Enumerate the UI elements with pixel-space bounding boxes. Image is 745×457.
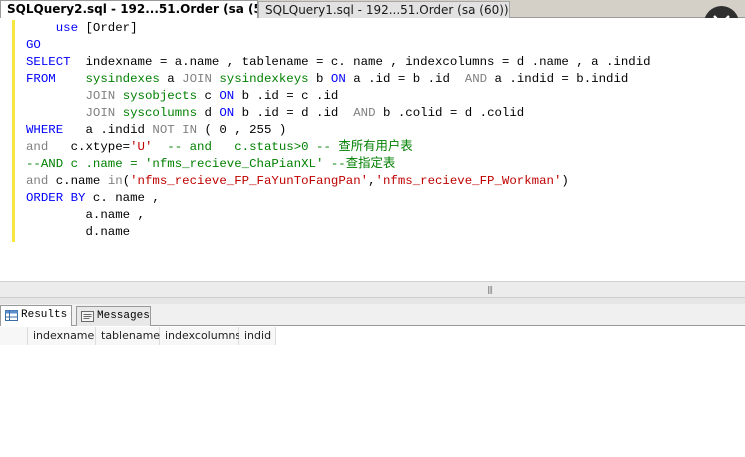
code-line[interactable]: SELECT indexname = a.name , tablename = … xyxy=(26,54,651,71)
grid-header-row: indexname tablename indexcolumns indid xyxy=(0,327,276,345)
code-line[interactable]: --AND c .name = 'nfms_recieve_ChaPianXL'… xyxy=(26,156,651,173)
grid-row-number-header[interactable] xyxy=(0,327,28,345)
code-line[interactable]: and c.name in('nfms_recieve_FP_FaYunToFa… xyxy=(26,173,651,190)
code-token: JOIN xyxy=(85,106,116,120)
column-header-indexname[interactable]: indexname xyxy=(28,327,96,345)
change-tracking-bar xyxy=(12,20,15,242)
code-token: ON xyxy=(219,89,235,103)
code-token: ORDER BY xyxy=(26,191,86,205)
code-token: JOIN xyxy=(85,89,116,103)
code-token: GO xyxy=(26,38,41,52)
code-line[interactable]: ORDER BY c. name , xyxy=(26,190,651,207)
code-line[interactable]: a.name , xyxy=(26,207,651,224)
code-token: c. name , xyxy=(85,191,160,205)
messages-icon xyxy=(81,311,94,322)
code-token: ( 0 , 255 ) xyxy=(197,123,287,137)
code-line[interactable]: GO xyxy=(26,37,651,54)
code-token: c.xtype= xyxy=(48,140,131,154)
code-token: b xyxy=(308,72,331,86)
code-token: d.name xyxy=(26,225,131,239)
code-token: JOIN xyxy=(182,72,212,86)
code-token: sysindexes xyxy=(85,72,160,86)
column-header-indexcolumns[interactable]: indexcolumns xyxy=(160,327,241,345)
code-line[interactable]: FROM sysindexes a JOIN sysindexkeys b ON… xyxy=(26,71,651,88)
code-token: a .indid xyxy=(63,123,153,137)
column-header-tablename[interactable]: tablename xyxy=(96,327,160,345)
code-token: sysobjects xyxy=(122,89,198,103)
code-token: NOT IN xyxy=(152,123,198,137)
code-token: ( xyxy=(122,174,131,188)
code-line[interactable]: JOIN syscolumns d ON b .id = d .id AND b… xyxy=(26,105,651,122)
code-token: FROM xyxy=(26,72,56,86)
code-token: in xyxy=(107,174,123,188)
query-editor[interactable]: use [Order] GO SELECT indexname = a.name ,… xyxy=(0,18,745,281)
code-token: , xyxy=(368,174,376,188)
code-token: 'nfms_recieve_FP_Workman' xyxy=(375,174,562,188)
code-token: b .id = c .id xyxy=(234,89,339,103)
code-token: -- and c.status>0 -- 查所有用户表 xyxy=(167,140,413,154)
code-token: AND xyxy=(353,106,376,120)
code-token: [Order] xyxy=(78,21,138,35)
code-token: WHERE xyxy=(26,123,64,137)
code-token: b .id = d .id xyxy=(234,106,354,120)
code-line[interactable]: and c.xtype='U' -- and c.status>0 -- 查所有… xyxy=(26,139,651,156)
code-token: 'U' xyxy=(130,140,153,154)
tab-results[interactable]: Results xyxy=(0,305,72,327)
code-token: and xyxy=(26,140,49,154)
code-token: sysindexkeys xyxy=(219,72,309,86)
code-token: b .colid = d .colid xyxy=(375,106,525,120)
code-token: and xyxy=(26,174,49,188)
code-token: c.name xyxy=(48,174,108,188)
code-token: a .indid = b.indid xyxy=(487,72,629,86)
code-line[interactable]: JOIN sysobjects c ON b .id = c .id xyxy=(26,88,651,105)
tab-sqlquery1[interactable]: SQLQuery1.sql - 192...51.Order (sa (60))… xyxy=(258,1,510,18)
code-line[interactable]: use [Order] xyxy=(26,20,651,37)
document-tab-strip: SQLQuery2.sql - 192...51.Order (sa (54))… xyxy=(0,0,745,18)
code-token: indexname = a.name , tablename = c. name… xyxy=(70,55,651,69)
code-token: a xyxy=(159,72,183,86)
code-token: d xyxy=(197,106,220,120)
code-token: a.name , xyxy=(26,208,145,222)
code-token: 'nfms_recieve_FP_FaYunToFangPan' xyxy=(130,174,369,188)
code-token: use xyxy=(55,21,79,35)
code-token: c xyxy=(197,89,220,103)
editor-horizontal-scrollbar[interactable]: ||| xyxy=(0,281,745,298)
code-token: SELECT xyxy=(26,55,71,69)
code-token: syscolumns xyxy=(122,106,198,120)
scrollbar-grip-icon: ||| xyxy=(487,285,493,294)
code-line[interactable]: d.name xyxy=(26,224,651,241)
code-token: AND xyxy=(464,72,488,86)
code-token: --AND c .name = 'nfms_recieve_ChaPianXL'… xyxy=(26,157,396,171)
code-token: a .id = b .id xyxy=(345,72,465,86)
column-header-indid[interactable]: indid xyxy=(239,327,276,345)
results-grid[interactable]: indexname tablename indexcolumns indid xyxy=(0,326,745,457)
code-token: ON xyxy=(330,72,346,86)
tab-sqlquery2[interactable]: SQLQuery2.sql - 192...51.Order (sa (54))… xyxy=(0,0,258,18)
tab-results-label: Results xyxy=(21,309,68,321)
code-line[interactable]: WHERE a .indid NOT IN ( 0 , 255 ) xyxy=(26,122,651,139)
grid-icon xyxy=(5,310,18,321)
code-token: ) xyxy=(561,174,569,188)
results-tab-strip: Results Messages xyxy=(0,304,745,327)
sql-code[interactable]: use [Order] GO SELECT indexname = a.name ,… xyxy=(26,20,651,241)
tab-messages[interactable]: Messages xyxy=(76,306,151,326)
tab-messages-label: Messages xyxy=(97,310,150,322)
code-token: ON xyxy=(219,106,235,120)
